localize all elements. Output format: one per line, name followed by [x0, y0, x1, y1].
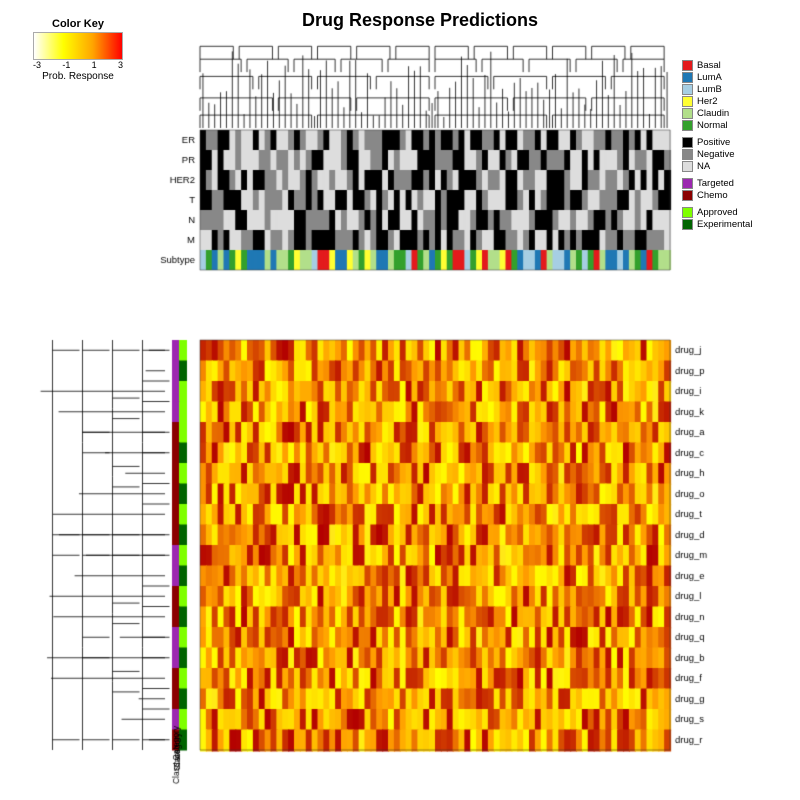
legend-drugclass: Targeted Chemo — [682, 178, 792, 201]
legend-subtype: Basal LumA LumB Her2 Claudin Normal — [682, 60, 792, 131]
legend-item-negative: Negative — [682, 149, 792, 160]
legend: Basal LumA LumB Her2 Claudin Normal — [682, 60, 792, 236]
ck-label-1: -3 — [33, 60, 41, 70]
legend-item-normal: Normal — [682, 120, 792, 131]
claudin-swatch — [682, 108, 693, 119]
legend-item-basal: Basal — [682, 60, 792, 71]
legend-status: Positive Negative NA — [682, 137, 792, 172]
positive-swatch — [682, 137, 693, 148]
normal-label: Normal — [697, 120, 728, 131]
negative-label: Negative — [697, 149, 735, 160]
legend-item-na: NA — [682, 161, 792, 172]
color-key-labels: -3 -1 1 3 — [33, 60, 123, 70]
legend-item-claudin: Claudin — [682, 108, 792, 119]
color-key-gradient — [33, 32, 123, 60]
na-label: NA — [697, 161, 710, 172]
experimental-swatch — [682, 219, 693, 230]
basal-swatch — [682, 60, 693, 71]
color-key: Color Key -3 -1 1 3 Prob. Response — [18, 18, 138, 82]
color-key-title: Color Key — [18, 18, 138, 30]
legend-item-lumb: LumB — [682, 84, 792, 95]
legend-item-experimental: Experimental — [682, 219, 792, 230]
legend-item-targeted: Targeted — [682, 178, 792, 189]
lumb-swatch — [682, 84, 693, 95]
legend-item-luma: LumA — [682, 72, 792, 83]
luma-swatch — [682, 72, 693, 83]
approved-swatch — [682, 207, 693, 218]
legend-item-positive: Positive — [682, 137, 792, 148]
main-title: Drug Response Predictions — [200, 10, 640, 31]
ck-label-3: 1 — [92, 60, 97, 70]
targeted-label: Targeted — [697, 178, 734, 189]
chemo-swatch — [682, 190, 693, 201]
legend-item-chemo: Chemo — [682, 190, 792, 201]
ck-label-2: -1 — [62, 60, 70, 70]
her2-swatch — [682, 96, 693, 107]
experimental-label: Experimental — [697, 219, 752, 230]
targeted-swatch — [682, 178, 693, 189]
ck-label-4: 3 — [118, 60, 123, 70]
claudin-label: Claudin — [697, 108, 729, 119]
legend-approval: Approved Experimental — [682, 207, 792, 230]
legend-item-approved: Approved — [682, 207, 792, 218]
approved-label: Approved — [697, 207, 738, 218]
luma-label: LumA — [697, 72, 722, 83]
basal-label: Basal — [697, 60, 721, 71]
na-swatch — [682, 161, 693, 172]
positive-label: Positive — [697, 137, 730, 148]
her2-label: Her2 — [697, 96, 718, 107]
legend-item-her2: Her2 — [682, 96, 792, 107]
main-canvas — [0, 0, 800, 800]
color-key-axis-label: Prob. Response — [18, 71, 138, 82]
lumb-label: LumB — [697, 84, 722, 95]
chemo-label: Chemo — [697, 190, 728, 201]
page-container: Drug Response Predictions Color Key -3 -… — [0, 0, 800, 800]
normal-swatch — [682, 120, 693, 131]
negative-swatch — [682, 149, 693, 160]
